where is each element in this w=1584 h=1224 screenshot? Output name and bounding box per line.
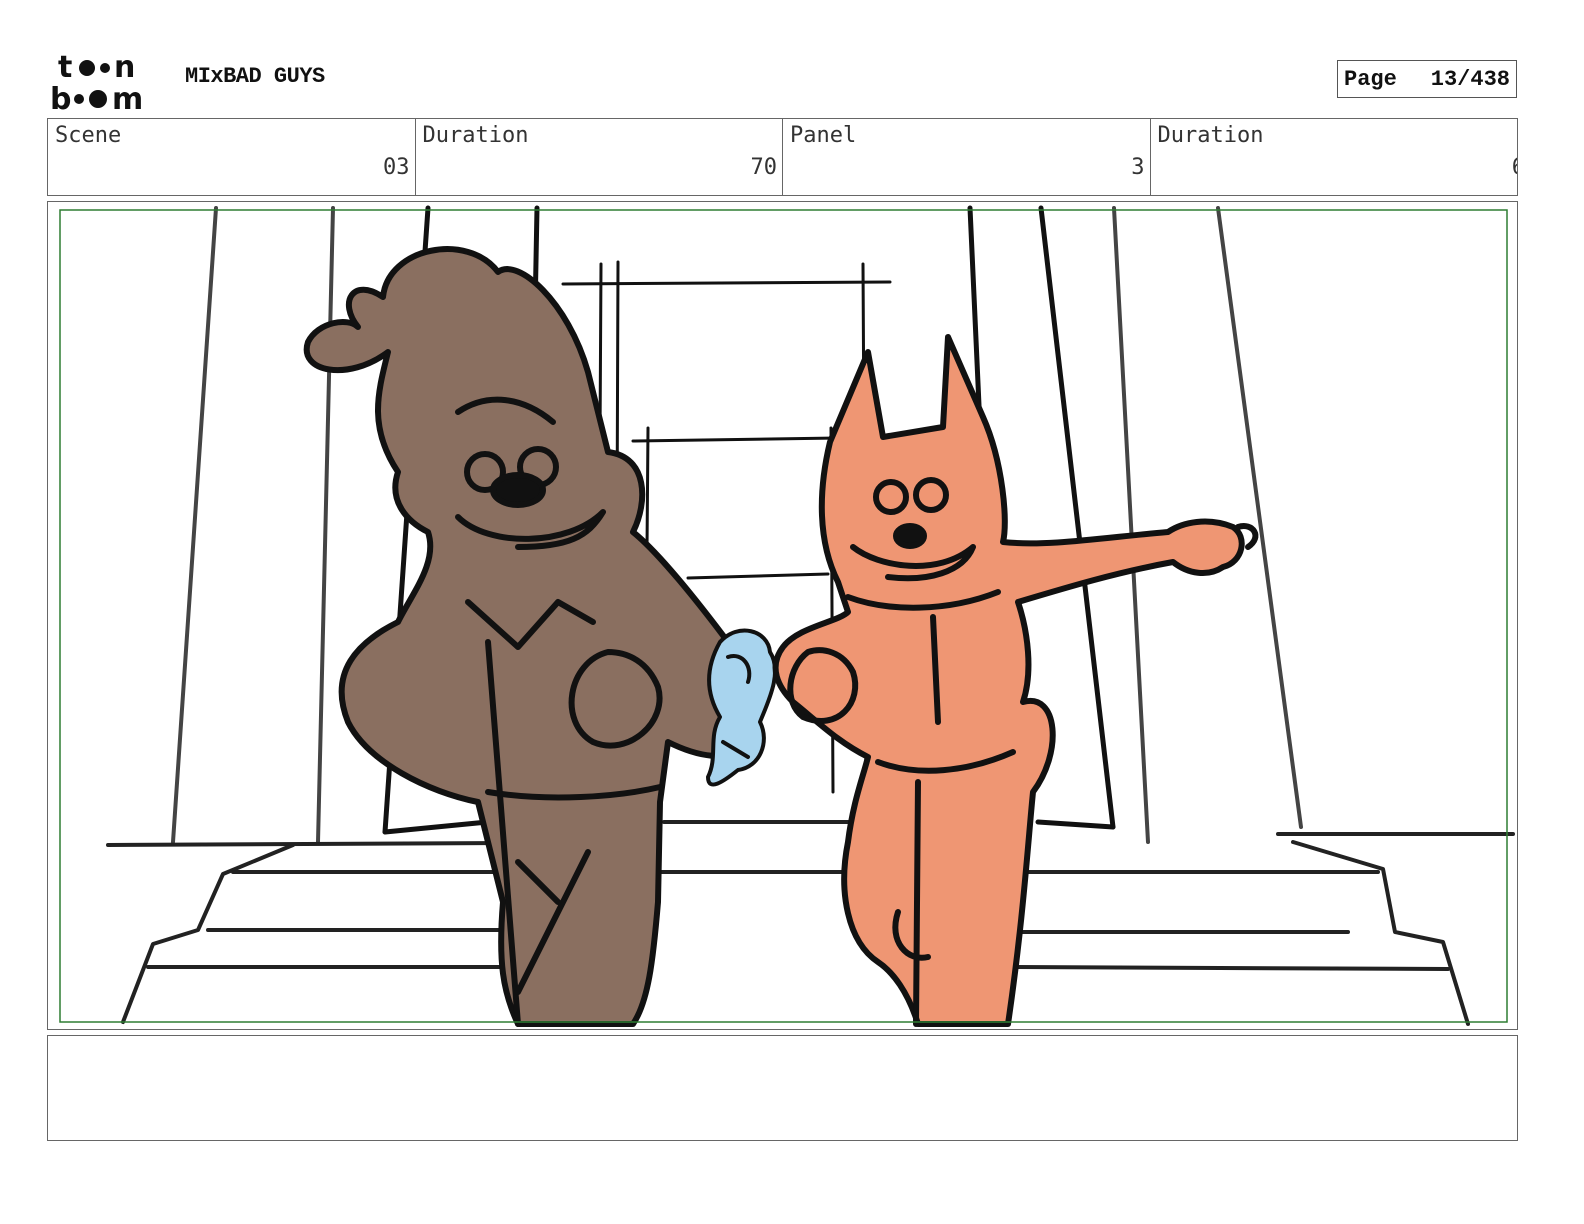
toon-boom-logo: t n b m: [50, 50, 143, 112]
panel-label: Panel: [790, 123, 857, 148]
scene-duration-value: 70: [750, 155, 778, 180]
svg-text:b: b: [50, 82, 71, 112]
panel-duration-cell: Duration 6: [1151, 119, 1518, 195]
panel-value: 3: [1131, 155, 1145, 180]
svg-text:n: n: [114, 50, 135, 85]
panel-duration-label: Duration: [1157, 123, 1264, 148]
scene-label: Scene: [55, 123, 122, 148]
storyboard-panel: [47, 201, 1518, 1030]
notes-box: [47, 1035, 1518, 1141]
scene-cell: Scene 03: [48, 119, 416, 195]
scene-duration-cell: Duration 70: [416, 119, 783, 195]
svg-text:m: m: [112, 82, 143, 112]
project-title: MIxBAD GUYS: [185, 64, 325, 89]
page-label: Page: [1344, 66, 1397, 92]
scene-duration-label: Duration: [422, 123, 529, 148]
scene-value: 03: [383, 155, 410, 180]
panel-duration-value: 6: [1512, 155, 1517, 180]
svg-text:t: t: [58, 50, 72, 85]
steps: [106, 820, 1515, 1026]
fox-character: [772, 334, 1259, 1027]
panel-drawing: [59, 205, 1515, 1027]
panel-cell: Panel 3: [783, 119, 1151, 195]
scene-info-table: Scene 03 Duration 70 Panel 3 Duration 6: [47, 118, 1518, 196]
mouse-character: [706, 628, 777, 787]
page-indicator: Page 13/438: [1337, 60, 1517, 98]
wolf-character: [303, 246, 755, 1027]
page-number: 13/438: [1430, 66, 1510, 92]
safe-frame: [59, 209, 1508, 1023]
